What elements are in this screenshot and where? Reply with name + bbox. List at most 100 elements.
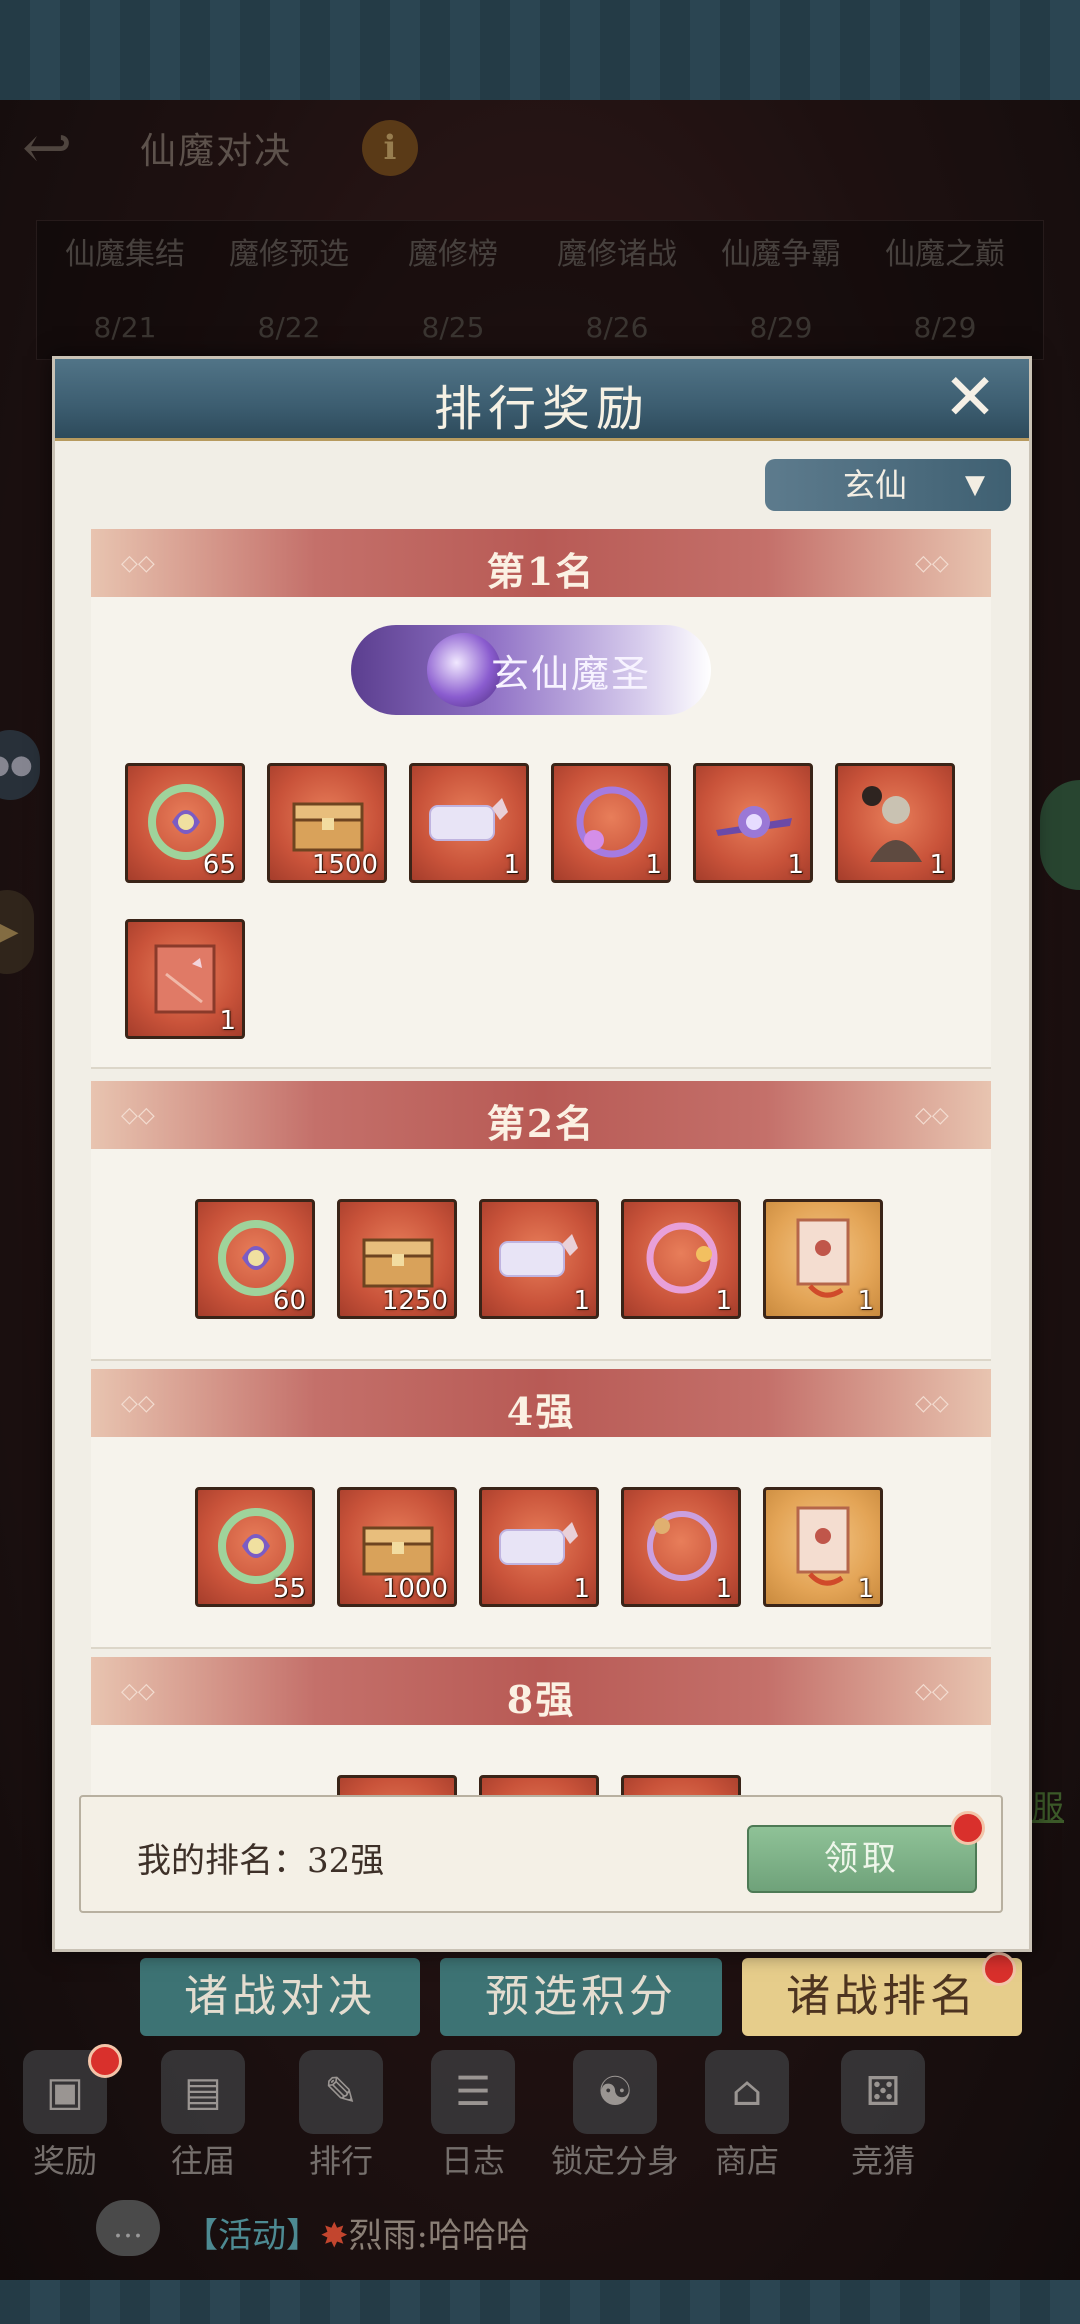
reward-item[interactable] [479, 1775, 599, 1795]
name-plate-icon [499, 1522, 578, 1565]
warrior-portrait-icon [862, 786, 922, 862]
tier-dropdown[interactable]: 玄仙 ▼ [765, 459, 1011, 511]
nav-label: 竞猜 [850, 2142, 915, 2180]
scroll-card-icon [796, 1506, 850, 1586]
item-count: 1 [573, 1286, 590, 1316]
nav-label: 商店 [714, 2142, 779, 2180]
title-badge-text: 玄仙魔圣 [491, 652, 652, 696]
lock-clone-icon: ☯ [573, 2050, 657, 2134]
reward-item[interactable]: 65 [125, 763, 245, 883]
reward-item[interactable]: 1 [409, 763, 529, 883]
nav-label: 日志 [440, 2142, 505, 2180]
notification-dot [982, 1952, 1016, 1986]
top-pattern-strip [0, 0, 1080, 100]
nav-log[interactable]: ☰ 日志 [408, 2050, 538, 2182]
reward-item[interactable]: 1 [621, 1487, 741, 1607]
item-count: 1 [573, 1574, 590, 1604]
avatar-frame-icon [646, 1222, 718, 1294]
item-count: 1000 [381, 1574, 448, 1604]
nav-history[interactable]: ▤ 往届 [138, 2050, 268, 2182]
chevron-down-icon: ▼ [965, 470, 985, 500]
bottom-nav: ▣ 奖励 ▤ 往届 ✎ 排行 ☰ 日志 ☯ 锁定分身 ⌂ 商店 ⚄ 竞猜 [0, 2044, 1080, 2182]
item-count: 65 [202, 850, 236, 880]
avatar-frame-icon [647, 1511, 717, 1581]
item-count: 1 [503, 850, 520, 880]
item-count: 1 [857, 1574, 874, 1604]
title-emblem-icon [716, 806, 792, 838]
nav-ranking[interactable]: ✎ 排行 [276, 2050, 406, 2182]
reward-section-rank-1: ◇◇ 第1名 ◇◇ 玄仙魔圣 65 1500 1 1 1 1 1 [91, 529, 991, 1069]
bottom-tabs: 诸战对决 预选积分 诸战排名 [0, 1952, 1080, 2038]
notification-dot [88, 2044, 122, 2078]
reward-section-top-8: ◇◇ 8强 ◇◇ [91, 1657, 991, 1795]
section-title: 第2名 [486, 1101, 596, 1146]
fire-icon: ✸ [320, 2216, 349, 2256]
reward-item[interactable]: 1 [125, 919, 245, 1039]
chat-bar[interactable]: … 【活动】✸烈雨:哈哈哈 [90, 2200, 930, 2260]
chat-tag: 【活动】 [184, 2216, 320, 2256]
nav-lock-clone[interactable]: ☯ 锁定分身 [530, 2050, 700, 2182]
reward-section-rank-2: ◇◇ 第2名 ◇◇ 60 1250 1 1 1 [91, 1081, 991, 1361]
reward-item[interactable]: 1500 [267, 763, 387, 883]
reward-section-top-4: ◇◇ 4强 ◇◇ 55 1000 1 1 1 [91, 1369, 991, 1649]
item-count: 1 [715, 1574, 732, 1604]
ornament-icon: ◇◇ [915, 1391, 949, 1416]
reward-item[interactable]: 55 [195, 1487, 315, 1607]
ornament-icon: ◇◇ [915, 1679, 949, 1704]
section-title: 第1名 [486, 549, 596, 594]
my-rank-text: 我的排名：32强 [137, 1841, 385, 1881]
ranking-icon: ✎ [299, 2050, 383, 2134]
section-title: 4强 [506, 1389, 576, 1434]
history-icon: ▤ [161, 2050, 245, 2134]
reward-list[interactable]: ◇◇ 第1名 ◇◇ 玄仙魔圣 65 1500 1 1 1 1 1 ◇◇ 第2名 … [91, 529, 991, 1795]
item-count: 1 [787, 850, 804, 880]
ranking-reward-modal: 排行奖励 ✕ 玄仙 ▼ ◇◇ 第1名 ◇◇ 玄仙魔圣 65 1500 1 1 1… [52, 356, 1032, 1952]
modal-title: 排行奖励 [433, 381, 650, 437]
nav-guess[interactable]: ⚄ 竞猜 [818, 2050, 948, 2182]
reward-item[interactable]: 60 [195, 1199, 315, 1319]
reward-item[interactable]: 1 [479, 1199, 599, 1319]
item-count: 1 [645, 850, 662, 880]
chat-icon[interactable]: … [96, 2200, 160, 2256]
close-icon[interactable]: ✕ [935, 363, 1005, 433]
section-header: ◇◇ 4强 ◇◇ [91, 1369, 991, 1437]
item-count: 60 [272, 1286, 306, 1316]
reward-item[interactable] [337, 1775, 457, 1795]
scroll-card-icon [796, 1218, 850, 1298]
reward-item[interactable]: 1 [763, 1487, 883, 1607]
reward-item[interactable] [621, 1775, 741, 1795]
reward-item[interactable]: 1 [551, 763, 671, 883]
reward-item[interactable]: 1 [763, 1199, 883, 1319]
reward-item[interactable]: 1 [621, 1199, 741, 1319]
nav-shop[interactable]: ⌂ 商店 [682, 2050, 812, 2182]
tab-prelim-score[interactable]: 预选积分 [440, 1958, 722, 2036]
book-icon [154, 944, 216, 1014]
reward-item[interactable]: 1 [479, 1487, 599, 1607]
reward-item[interactable]: 1 [693, 763, 813, 883]
item-count: 1 [715, 1286, 732, 1316]
reward-item[interactable]: 1000 [337, 1487, 457, 1607]
reward-item[interactable]: 1 [835, 763, 955, 883]
ornament-icon: ◇◇ [915, 551, 949, 576]
my-rank-bar: 我的排名：32强 领取 [79, 1795, 1003, 1913]
section-header: ◇◇ 第2名 ◇◇ [91, 1081, 991, 1149]
dice-icon: ⚄ [841, 2050, 925, 2134]
nav-label: 锁定分身 [550, 2142, 679, 2180]
nav-label: 往届 [170, 2142, 235, 2180]
orb-icon [427, 633, 501, 707]
section-header: ◇◇ 8强 ◇◇ [91, 1657, 991, 1725]
tab-battle-ranking[interactable]: 诸战排名 [742, 1958, 1022, 2036]
claim-button[interactable]: 领取 [747, 1825, 977, 1893]
reward-item[interactable]: 1250 [337, 1199, 457, 1319]
nav-label: 排行 [308, 2142, 373, 2180]
item-count: 55 [272, 1574, 306, 1604]
item-count: 1500 [311, 850, 378, 880]
tab-duel[interactable]: 诸战对决 [140, 1958, 420, 2036]
shop-icon: ⌂ [705, 2050, 789, 2134]
section-header: ◇◇ 第1名 ◇◇ [91, 529, 991, 597]
ornament-icon: ◇◇ [915, 1103, 949, 1128]
modal-header: 排行奖励 ✕ [55, 359, 1029, 441]
tier-selected: 玄仙 [843, 466, 908, 504]
item-count: 1 [929, 850, 946, 880]
log-icon: ☰ [431, 2050, 515, 2134]
